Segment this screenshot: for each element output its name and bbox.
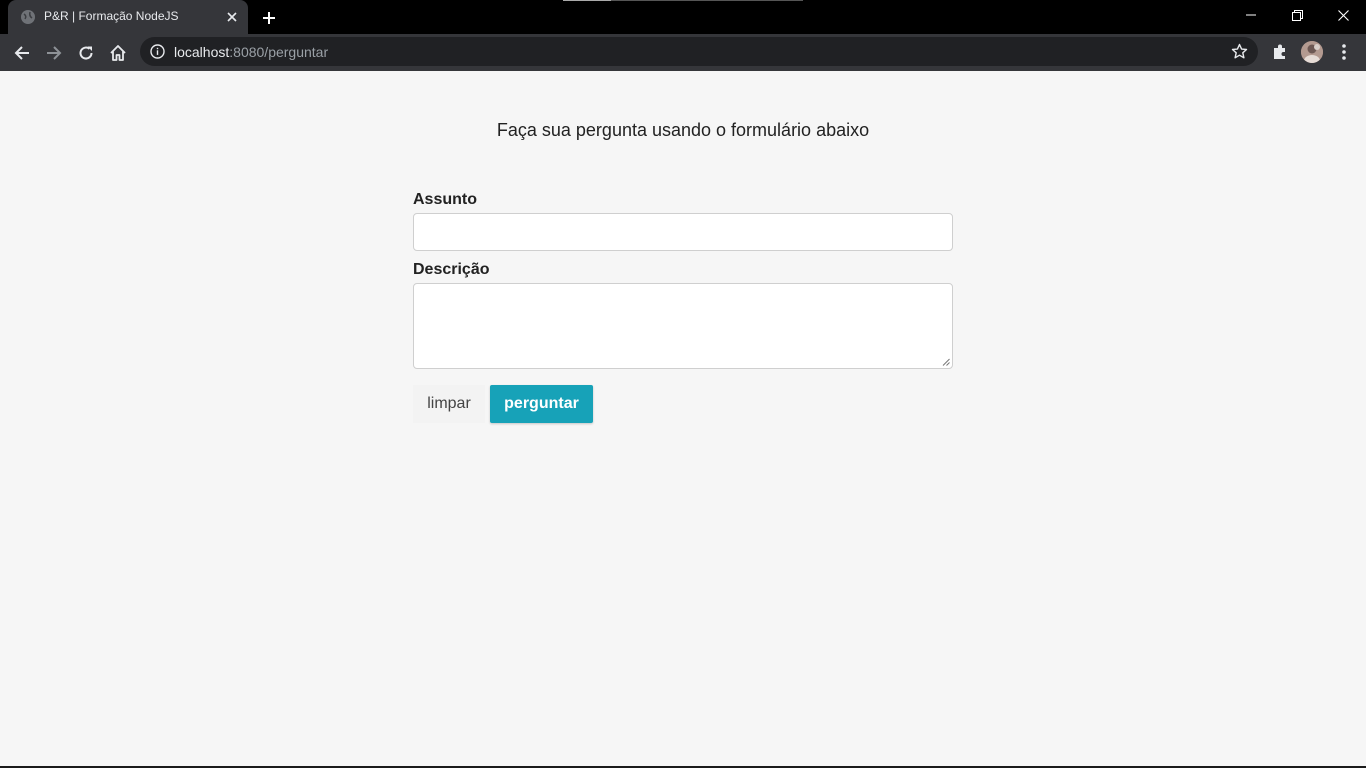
globe-icon — [21, 10, 35, 24]
minimize-icon — [1246, 14, 1256, 16]
reload-icon — [79, 46, 93, 60]
home-button[interactable] — [105, 40, 131, 66]
info-icon[interactable] — [150, 44, 165, 59]
description-label: Descrição — [413, 261, 490, 278]
description-textarea[interactable] — [413, 283, 953, 369]
browser-tab-bar: P&R | Formação NodeJS — [0, 0, 1366, 34]
clear-button[interactable]: limpar — [413, 385, 485, 423]
minimize-button[interactable] — [1228, 0, 1274, 30]
back-button[interactable] — [9, 40, 35, 66]
puzzle-icon[interactable] — [1270, 42, 1290, 62]
address-bar[interactable]: localhost:8080/perguntar — [140, 37, 1258, 66]
tab-strip-indicator-active — [563, 0, 611, 1]
kebab-menu-icon[interactable] — [1336, 42, 1352, 62]
close-icon[interactable] — [224, 9, 240, 25]
url-path: :8080/perguntar — [229, 44, 329, 60]
new-tab-button[interactable] — [258, 7, 280, 29]
close-window-button[interactable] — [1320, 0, 1366, 30]
restore-icon — [1291, 9, 1303, 21]
browser-tab[interactable]: P&R | Formação NodeJS — [8, 0, 248, 34]
back-arrow-icon — [14, 46, 29, 60]
close-window-icon — [1337, 9, 1349, 21]
star-icon[interactable] — [1231, 43, 1248, 60]
subject-input[interactable] — [413, 213, 953, 251]
restore-button[interactable] — [1274, 0, 1320, 30]
reload-button[interactable] — [73, 40, 99, 66]
submit-button[interactable]: perguntar — [490, 385, 593, 423]
page-content: Faça sua pergunta usando o formulário ab… — [0, 71, 1366, 766]
page-title: Faça sua pergunta usando o formulário ab… — [496, 120, 870, 140]
avatar[interactable] — [1301, 41, 1323, 63]
subject-label: Assunto — [413, 191, 477, 208]
browser-toolbar: localhost:8080/perguntar — [0, 34, 1366, 71]
forward-arrow-icon — [47, 46, 62, 60]
tab-title: P&R | Formação NodeJS — [44, 9, 179, 23]
plus-icon — [263, 12, 275, 24]
forward-button[interactable] — [41, 40, 67, 66]
home-icon — [110, 45, 126, 61]
resize-handle-icon[interactable] — [942, 358, 950, 366]
url-host: localhost — [174, 44, 230, 60]
url-text[interactable]: localhost:8080/perguntar — [174, 44, 328, 60]
